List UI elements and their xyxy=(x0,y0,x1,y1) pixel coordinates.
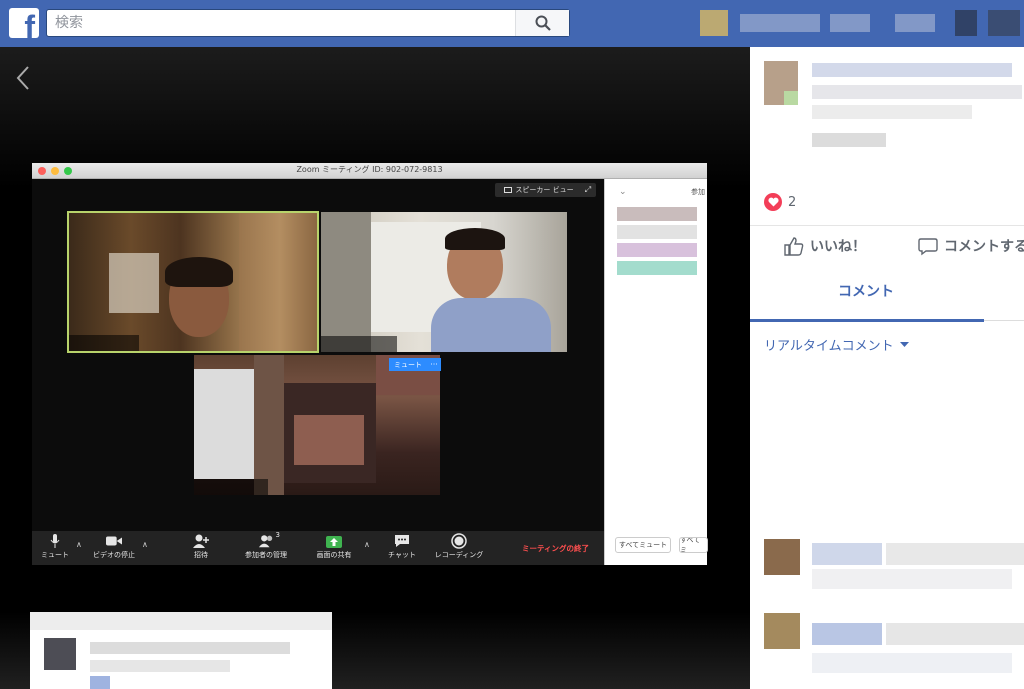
participant-name-tag xyxy=(69,335,139,351)
back-button[interactable] xyxy=(12,62,34,94)
mute-participant-button[interactable]: ミュート xyxy=(389,358,427,371)
end-meeting-button[interactable]: ミーティングの終了 xyxy=(522,543,589,554)
fullscreen-icon: ⤢ xyxy=(584,185,592,194)
share-screen-icon xyxy=(326,533,342,548)
microphone-icon xyxy=(47,533,63,548)
chat-button[interactable]: チャット xyxy=(382,533,422,563)
mute-all-button[interactable]: すべてミュート xyxy=(615,537,671,553)
active-tab-indicator xyxy=(750,319,984,322)
record-icon xyxy=(451,532,467,549)
zoom-titlebar: Zoom ミーティング ID: 902-072-9813 xyxy=(32,163,707,179)
search-input[interactable] xyxy=(47,10,517,36)
comment-button[interactable]: コメントする xyxy=(918,236,1024,256)
search-icon xyxy=(535,15,551,31)
video-tile-participant[interactable] xyxy=(194,355,440,495)
video-tile-participant[interactable] xyxy=(321,212,567,352)
layout-icon xyxy=(504,187,513,193)
post-actions: いいね！ コメントする xyxy=(750,225,1024,265)
share-screen-button[interactable]: 画面の共有 xyxy=(312,533,356,563)
zoom-toolbar: ミュート ∧ ビデオの停止 ∧ 招待 3 参加者の管理 画面の共有 ∧ チャット… xyxy=(32,531,604,565)
video-options-caret-icon[interactable]: ∧ xyxy=(142,540,148,549)
manage-participants-button[interactable]: 3 参加者の管理 xyxy=(238,531,294,563)
blurred-preview-card xyxy=(30,612,332,689)
participants-panel-title: 参加 xyxy=(691,188,705,196)
participant-name-tag xyxy=(194,479,268,495)
invite-button[interactable]: 招待 xyxy=(186,533,216,563)
post-sidebar: 2 いいね！ コメントする コメント リアルタイムコメント xyxy=(750,47,1024,689)
search-box xyxy=(46,9,570,37)
like-button[interactable]: いいね！ xyxy=(784,236,866,256)
record-button[interactable]: レコーディング xyxy=(430,532,488,563)
thumbs-up-icon xyxy=(784,237,804,256)
tab-comments[interactable]: コメント xyxy=(838,281,894,301)
chat-bubble-icon xyxy=(394,533,410,548)
video-tile-active-speaker[interactable] xyxy=(67,211,319,353)
zoom-gallery: スピーカー ビュー ⤢ ミュート ··· xyxy=(32,179,604,531)
mute-button[interactable]: ミュート xyxy=(36,533,74,563)
audio-options-caret-icon[interactable]: ∧ xyxy=(76,540,82,549)
unmute-all-button[interactable]: すべてミ xyxy=(679,537,708,553)
speaker-view-button[interactable]: スピーカー ビュー xyxy=(495,183,583,197)
participant-name-tag xyxy=(321,336,397,352)
more-options-button[interactable]: ··· xyxy=(427,358,441,371)
reaction-count: 2 xyxy=(788,194,797,210)
comment-bubble-icon xyxy=(918,238,938,256)
video-camera-icon xyxy=(106,533,122,548)
zoom-window-title: Zoom ミーティング ID: 902-072-9813 xyxy=(296,165,443,174)
chevron-down-icon[interactable]: ⌄ xyxy=(619,187,627,197)
facebook-top-bar: f xyxy=(0,0,1024,47)
participant-count-badge: 3 xyxy=(275,531,280,539)
love-reaction-icon xyxy=(764,193,782,211)
caret-down-icon xyxy=(899,341,909,347)
participants-panel: ⌄ 参加 すべてミュート すべてミ xyxy=(604,179,708,565)
stop-video-button[interactable]: ビデオの停止 xyxy=(88,533,140,563)
add-person-icon xyxy=(193,533,209,548)
reaction-summary[interactable]: 2 xyxy=(764,193,796,211)
fullscreen-button[interactable]: ⤢ xyxy=(580,183,596,197)
zoom-window: Zoom ミーティング ID: 902-072-9813 スピーカー ビュー ⤢ xyxy=(32,163,708,565)
chevron-left-icon xyxy=(16,66,29,90)
realtime-comments-dropdown[interactable]: リアルタイムコメント xyxy=(764,335,909,354)
share-options-caret-icon[interactable]: ∧ xyxy=(364,540,370,549)
comment-tabs: コメント xyxy=(750,265,1024,322)
search-button[interactable] xyxy=(515,10,569,36)
facebook-logo-icon[interactable]: f xyxy=(9,8,39,38)
participants-icon: 3 xyxy=(258,531,280,548)
